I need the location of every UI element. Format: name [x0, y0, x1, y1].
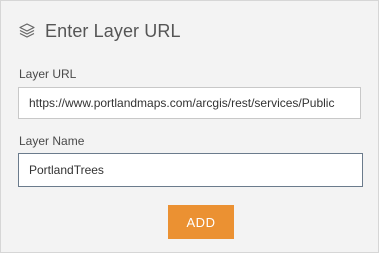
add-button[interactable]: ADD [168, 205, 234, 239]
layer-name-input[interactable] [18, 153, 363, 187]
layer-url-input[interactable] [18, 87, 361, 119]
panel-title: Enter Layer URL [45, 20, 181, 41]
panel-header: Enter Layer URL [17, 20, 181, 42]
enter-layer-url-panel: Enter Layer URL Layer URL Layer Name ADD [0, 0, 379, 253]
layer-url-label: Layer URL [19, 67, 77, 81]
layers-icon [17, 21, 37, 41]
layer-name-label: Layer Name [19, 134, 85, 148]
